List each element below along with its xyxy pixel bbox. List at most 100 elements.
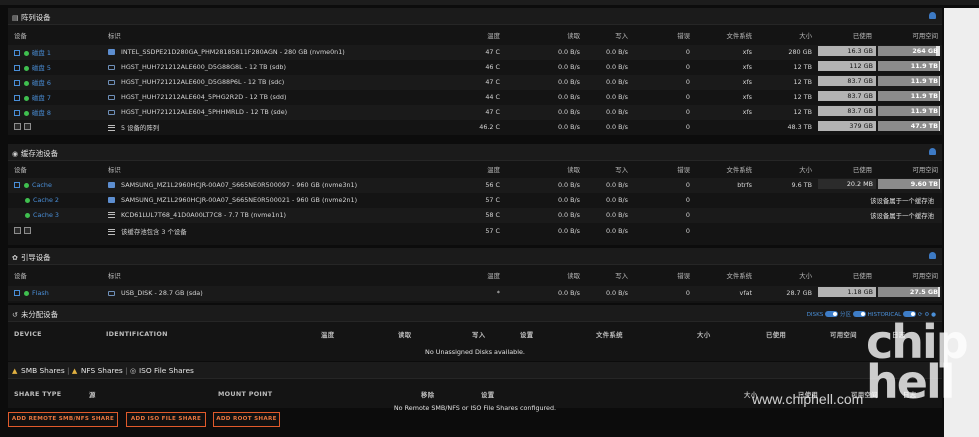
col-reads: 读取	[398, 331, 412, 339]
used-bar: 83.7 GB	[818, 76, 876, 86]
disks-toggle[interactable]	[825, 310, 839, 317]
device-link[interactable]: 磁盘 7	[32, 94, 51, 102]
array-toggle-icon[interactable]	[929, 12, 936, 19]
col-temp: 温度	[321, 331, 335, 339]
collapse-icon[interactable]	[14, 227, 21, 234]
col-device: DEVICE	[14, 330, 42, 338]
free-value: 27.5 GB	[909, 288, 938, 296]
device-identification: USB_DISK - 28.7 GB (sda)	[121, 289, 203, 297]
col-errors: 错误	[677, 166, 690, 174]
external-link-icon[interactable]	[14, 65, 20, 71]
writes-value: 0.0 B/s	[605, 227, 628, 235]
array-header-row: 设备 标识 温度 读取 写入 错误 文件系统 大小 已使用 可用空间	[8, 28, 942, 43]
array-row[interactable]: 磁盘 7 HGST_HUH721212ALE604_5PHG2R2D - 12 …	[8, 90, 942, 105]
free-bar: 11.9 TB	[878, 76, 940, 86]
partitions-toggle[interactable]	[852, 310, 866, 317]
reads-value: 0.0 B/s	[557, 123, 580, 131]
free-bar: 11.9 TB	[878, 91, 940, 101]
errors-value: 0	[685, 289, 690, 297]
fs-value: vfat	[739, 289, 752, 297]
temp-value: 44 C	[485, 93, 500, 101]
device-identification: HGST_HUH721212ALE604_5PHHMRLD - 12 TB (s…	[121, 108, 288, 116]
device-link[interactable]: 磁盘 1	[32, 49, 51, 57]
main-frame: ▤ 阵列设备 设备 标识 温度 读取 写入 错误 文件系统 大小 已使用 可用空间…	[8, 8, 942, 437]
device-link[interactable]: 磁盘 8	[32, 109, 51, 117]
col-source: 源	[89, 391, 96, 399]
cache-summary-label: 该缓存池包含 3 个设备	[121, 228, 187, 236]
free-bar: 264 GB	[878, 46, 940, 56]
tab-nfs-shares[interactable]: NFS Shares	[81, 366, 123, 375]
device-link[interactable]: 磁盘 6	[32, 79, 51, 87]
writes-value: 0.0 B/s	[605, 93, 628, 101]
used-bar: 379 GB	[818, 121, 876, 131]
collapse-icon[interactable]	[14, 123, 21, 130]
used-bar: 16.3 GB	[818, 46, 876, 56]
writes-value: 0.0 B/s	[605, 181, 628, 189]
col-device: 设备	[14, 272, 27, 280]
watermark-logo: chip hell	[866, 315, 969, 409]
expand-icon[interactable]	[24, 227, 31, 234]
size-value: 48.3 TB	[787, 123, 812, 131]
col-reads: 读取	[567, 32, 580, 40]
array-row[interactable]: 磁盘 6 HGST_HUH721212ALE600_D5G88P6L - 12 …	[8, 75, 942, 90]
col-free: 可用空间	[912, 32, 938, 40]
cache-row[interactable]: Cache SAMSUNG_MZ1L2960HCJR-00A07_S665NE0…	[8, 178, 942, 193]
tab-iso-file-shares[interactable]: ISO File Shares	[139, 366, 194, 375]
used-bar: 83.7 GB	[818, 91, 876, 101]
nvme-icon	[108, 48, 115, 55]
col-used: 已使用	[852, 166, 872, 174]
device-identification: SAMSUNG_MZ1L2960HCJR-00A07_S665NE0R50002…	[121, 196, 358, 204]
tab-smb-shares[interactable]: SMB Shares	[21, 366, 65, 375]
cache-icon: ◉	[12, 150, 19, 158]
array-summary-label: 5 设备的阵列	[121, 124, 160, 132]
external-link-icon[interactable]	[14, 182, 20, 188]
external-link-icon[interactable]	[14, 50, 20, 56]
temp-value: 47 C	[485, 108, 500, 116]
cache-toggle-icon[interactable]	[929, 148, 936, 155]
free-value: 11.9 TB	[910, 107, 938, 115]
size-value: 12 TB	[793, 108, 812, 116]
add-remote-share-button[interactable]: ADD REMOTE SMB/NFS SHARE	[8, 412, 118, 427]
device-identification: HGST_HUH721212ALE604_5PHG2R2D - 12 TB (s…	[121, 93, 287, 101]
external-link-icon[interactable]	[14, 110, 20, 116]
array-row[interactable]: 磁盘 1 INTEL_SSDPE21D280GA_PHM28185811F280…	[8, 45, 942, 60]
device-link[interactable]: Flash	[32, 289, 49, 297]
cache-row[interactable]: Cache 2 SAMSUNG_MZ1L2960HCJR-00A07_S665N…	[8, 193, 942, 208]
expand-icon[interactable]	[24, 123, 31, 130]
col-free: 可用空间	[912, 166, 938, 174]
fs-value: xfs	[742, 78, 752, 86]
device-link[interactable]: Cache	[32, 181, 52, 189]
col-size: 大小	[799, 166, 812, 174]
array-row[interactable]: 磁盘 8 HGST_HUH721212ALE604_5PHHMRLD - 12 …	[8, 105, 942, 120]
free-value: 47.9 TB	[910, 122, 938, 130]
writes-value: 0.0 B/s	[605, 196, 628, 204]
cache-panel-header: ◉ 缓存池设备	[8, 144, 942, 161]
used-value: 379 GB	[849, 122, 873, 130]
device-link[interactable]: Cache 3	[33, 211, 59, 219]
boot-row[interactable]: Flash USB_DISK - 28.7 GB (sda) * 0.0 B/s…	[8, 286, 942, 301]
temp-value: 47 C	[485, 48, 500, 56]
used-bar: 1.18 GB	[818, 287, 876, 297]
col-errors: 错误	[677, 272, 690, 280]
reads-value: 0.0 B/s	[557, 108, 580, 116]
add-iso-share-button[interactable]: ADD ISO FILE SHARE	[126, 412, 206, 427]
col-used: 已使用	[766, 331, 787, 339]
list-icon	[108, 228, 115, 235]
external-link-icon[interactable]	[14, 80, 20, 86]
used-value: 83.7 GB	[847, 107, 873, 115]
device-link[interactable]: Cache 2	[33, 196, 59, 204]
device-link[interactable]: 磁盘 5	[32, 64, 51, 72]
cache-row[interactable]: Cache 3 KCD61LUL7T68_41D0A00LT7C8 - 7.7 …	[8, 208, 942, 223]
reads-value: 0.0 B/s	[557, 227, 580, 235]
external-link-icon[interactable]	[14, 95, 20, 101]
array-panel: ▤ 阵列设备 设备 标识 温度 读取 写入 错误 文件系统 大小 已使用 可用空间…	[8, 8, 942, 135]
temp-value: 57 C	[485, 227, 500, 235]
array-title: 阵列设备	[21, 13, 51, 22]
temp-value: 47 C	[485, 78, 500, 86]
boot-toggle-icon[interactable]	[929, 252, 936, 259]
external-link-icon[interactable]	[14, 290, 20, 296]
reads-value: 0.0 B/s	[557, 289, 580, 297]
array-row[interactable]: 磁盘 5 HGST_HUH721212ALE600_D5G88G8L - 12 …	[8, 60, 942, 75]
add-root-share-button[interactable]: ADD ROOT SHARE	[213, 412, 280, 427]
free-bar: 27.5 GB	[878, 287, 940, 297]
